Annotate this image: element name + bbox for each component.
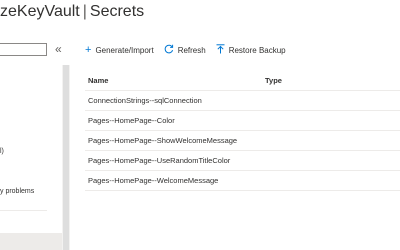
vault-name: zeKeyVault (0, 3, 80, 20)
table-row[interactable]: Pages--HomePage--ShowWelcomeMessage (85, 131, 400, 151)
section-name: Secrets (89, 3, 145, 20)
generate-import-label: Generate/Import (95, 45, 154, 55)
secret-name[interactable]: Pages--HomePage--UseRandomTitleColor (85, 156, 265, 165)
table-row[interactable]: ConnectionStrings--sqlConnection (85, 91, 400, 111)
refresh-icon (164, 44, 174, 57)
menu-item-selected[interactable] (0, 233, 62, 250)
secret-name[interactable]: Pages--HomePage--ShowWelcomeMessage (85, 136, 265, 145)
secrets-table: Name Type ConnectionStrings--sqlConnecti… (85, 70, 400, 191)
menu-list: l) y problems (0, 65, 62, 250)
command-bar: + Generate/Import Refresh Restore Backup (85, 42, 286, 58)
secret-name[interactable]: Pages--HomePage--WelcomeMessage (85, 176, 265, 185)
restore-backup-button[interactable]: Restore Backup (216, 43, 286, 57)
collapse-menu-icon[interactable]: « (55, 42, 62, 56)
title-separator: | (82, 3, 87, 20)
secret-name[interactable]: Pages--HomePage--Color (85, 116, 265, 125)
refresh-label: Refresh (177, 45, 206, 55)
menu-divider (0, 210, 47, 211)
table-header: Name Type (85, 70, 400, 91)
table-row[interactable]: Pages--HomePage--WelcomeMessage (85, 171, 400, 191)
restore-backup-label: Restore Backup (228, 45, 286, 55)
upload-icon (216, 43, 225, 57)
menu-item-fragment[interactable]: y problems (0, 188, 34, 195)
page-title: zeKeyVault | Secrets (0, 3, 144, 25)
plus-icon: + (85, 43, 92, 56)
column-header-name[interactable]: Name (85, 76, 265, 85)
secret-name[interactable]: ConnectionStrings--sqlConnection (85, 96, 265, 105)
refresh-button[interactable]: Refresh (164, 44, 206, 57)
menu-scrollbar-thumb[interactable] (63, 65, 69, 250)
resource-menu-sidebar: « l) y problems (0, 38, 70, 250)
column-header-type[interactable]: Type (265, 76, 365, 85)
generate-import-button[interactable]: + Generate/Import (85, 43, 154, 56)
menu-search-input[interactable] (0, 43, 47, 56)
table-row[interactable]: Pages--HomePage--UseRandomTitleColor (85, 151, 400, 171)
table-row[interactable]: Pages--HomePage--Color (85, 111, 400, 131)
menu-item-fragment[interactable]: l) (0, 148, 4, 155)
